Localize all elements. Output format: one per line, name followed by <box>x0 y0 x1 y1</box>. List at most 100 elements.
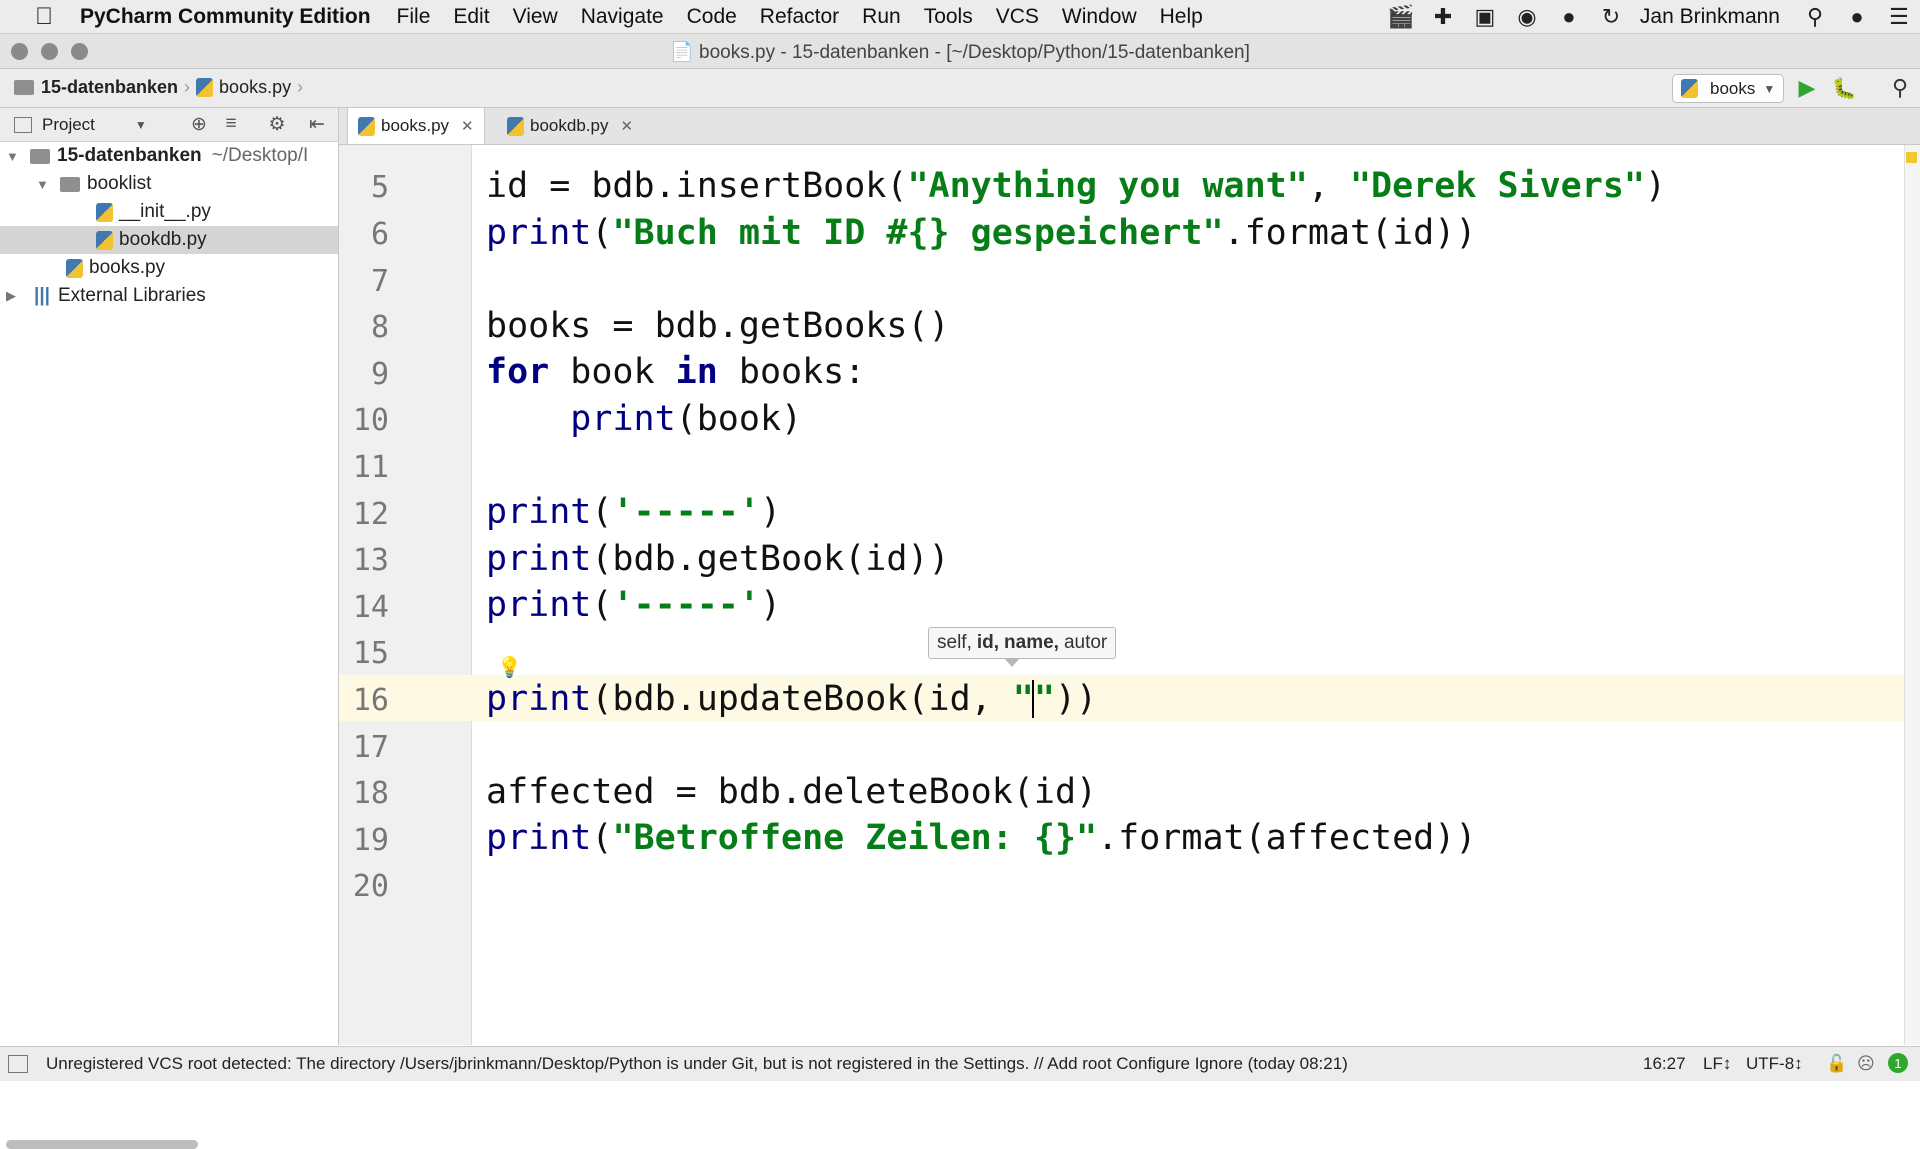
error-stripe[interactable] <box>1904 145 1920 1045</box>
tree-item-label: bookdb.py <box>119 229 207 250</box>
project-view-selector[interactable]: Project ▼ <box>14 115 147 135</box>
run-icon[interactable]: ▶ <box>1795 75 1819 101</box>
code-token: print <box>486 492 592 532</box>
code-line[interactable]: print(book) <box>486 399 802 439</box>
code-token: .format(id)) <box>1223 213 1477 253</box>
menu-view[interactable]: View <box>513 5 558 29</box>
project-toolbar: Project ▼ ⊕ ≡ ⚙ ⇤ <box>0 108 338 142</box>
tree-item-external-libraries[interactable]: ▶ ||| External Libraries <box>0 282 338 310</box>
inspector-icon[interactable]: ☹ <box>1857 1054 1875 1074</box>
collapse-all-icon[interactable]: ≡ <box>218 111 244 137</box>
warning-marker[interactable] <box>1906 152 1917 163</box>
code-line[interactable]: affected = bdb.deleteBook(id) <box>486 772 1097 812</box>
file-encoding[interactable]: UTF-8↕ <box>1746 1054 1803 1074</box>
event-log-badge[interactable]: 1 <box>1888 1053 1908 1073</box>
code-token: affected = bdb.deleteBook(id) <box>486 772 1098 812</box>
time-machine-icon[interactable]: ↻ <box>1596 4 1626 30</box>
tree-item-books-py[interactable]: books.py <box>0 254 338 282</box>
line-separator[interactable]: LF↕ <box>1703 1054 1731 1074</box>
close-icon[interactable]: ✕ <box>620 117 633 135</box>
hide-panel-icon[interactable]: ⇤ <box>304 111 330 137</box>
line-number: 8 <box>370 310 389 345</box>
menu-vcs[interactable]: VCS <box>996 5 1039 29</box>
tree-expanded-arrow-icon[interactable]: ▼ <box>36 177 50 192</box>
code-token: ) <box>1644 166 1667 206</box>
project-tool-window: Project ▼ ⊕ ≡ ⚙ ⇤ ▼ 15-datenbanken ~/Des… <box>0 108 339 1149</box>
line-number: 15 <box>352 636 389 671</box>
search-icon[interactable]: ⚲ <box>1887 75 1913 101</box>
breadcrumb-file[interactable]: books.py <box>219 77 291 98</box>
menu-edit[interactable]: Edit <box>453 5 489 29</box>
project-icon <box>14 116 32 133</box>
menu-tools[interactable]: Tools <box>924 5 973 29</box>
code-line[interactable]: print("Betroffene Zeilen: {}".format(aff… <box>486 818 1476 858</box>
code-line[interactable]: id = bdb.insertBook("Anything you want",… <box>486 166 1666 206</box>
tree-item-bookdb-py[interactable]: bookdb.py <box>0 226 338 254</box>
tree-item-label: External Libraries <box>57 285 206 306</box>
chevron-down-icon: ▼ <box>1763 81 1776 96</box>
status-bar: Unregistered VCS root detected: The dire… <box>0 1046 1920 1081</box>
run-config-label: books <box>1710 78 1756 98</box>
clapperboard-icon[interactable]: 🎬 <box>1386 4 1416 30</box>
code-line[interactable]: print(bdb.updateBook(id, "")) <box>486 679 1097 719</box>
line-number: 18 <box>352 776 389 811</box>
app-name-menu[interactable]: PyCharm Community Edition <box>80 5 371 29</box>
tree-item-label: booklist <box>87 173 152 194</box>
lock-icon[interactable]: 🔓 <box>1826 1054 1847 1074</box>
python-file-icon <box>358 116 375 136</box>
line-number: 9 <box>370 357 389 392</box>
tree-item-project-root[interactable]: ▼ 15-datenbanken ~/Desktop/I <box>0 142 338 170</box>
menu-refactor[interactable]: Refactor <box>760 5 839 29</box>
camera-icon[interactable]: ▣ <box>1470 4 1500 30</box>
code-line[interactable]: print("Buch mit ID #{} gespeichert".form… <box>486 213 1476 253</box>
run-configuration-dropdown[interactable]: books ▼ <box>1672 74 1784 103</box>
tab-books-py[interactable]: books.py ✕ <box>347 108 485 144</box>
menu-window[interactable]: Window <box>1062 5 1137 29</box>
menu-file[interactable]: File <box>397 5 431 29</box>
debug-bug-icon[interactable]: 🐛 <box>1830 75 1858 101</box>
gear-icon[interactable]: ⚙ <box>264 111 290 137</box>
menu-help[interactable]: Help <box>1160 5 1203 29</box>
code-line[interactable]: print('-----') <box>486 492 781 532</box>
code-line[interactable]: print(bdb.getBook(id)) <box>486 539 950 579</box>
vcs-notification[interactable]: Unregistered VCS root detected: The dire… <box>46 1054 1348 1074</box>
menu-code[interactable]: Code <box>687 5 737 29</box>
code-line[interactable]: books = bdb.getBooks() <box>486 306 950 346</box>
user-name[interactable]: Jan Brinkmann <box>1640 5 1780 29</box>
code-token: for <box>486 352 550 392</box>
chevron-down-icon: ▼ <box>134 117 147 132</box>
plus-cross-icon[interactable]: ✚ <box>1428 4 1458 30</box>
siri-icon[interactable]: ● <box>1842 4 1872 30</box>
tree-item-path: ~/Desktop/I <box>211 145 309 166</box>
tool-window-toggle-icon[interactable] <box>8 1055 28 1073</box>
close-icon[interactable]: ✕ <box>461 117 474 135</box>
code-line[interactable]: print('-----') <box>486 585 781 625</box>
parameter-info-tooltip: self, id, name, autor <box>928 627 1117 667</box>
scroll-from-source-icon[interactable]: ⊕ <box>186 111 212 137</box>
notification-center-icon[interactable]: ☰ <box>1884 4 1914 30</box>
menu-navigate[interactable]: Navigate <box>581 5 664 29</box>
lightbulb-icon[interactable]: 💡 <box>497 655 522 680</box>
tab-bookdb-py[interactable]: bookdb.py ✕ <box>497 108 643 144</box>
apple-icon[interactable]:  <box>24 3 64 31</box>
window-title-bar: 📄 books.py - 15-datenbanken - [~/Desktop… <box>0 34 1920 69</box>
chat-bubble-icon[interactable]: ● <box>1554 4 1584 30</box>
code-token: print <box>486 539 592 579</box>
line-number: 17 <box>352 730 389 765</box>
tree-collapsed-arrow-icon[interactable]: ▶ <box>6 288 20 304</box>
menu-run[interactable]: Run <box>862 5 901 29</box>
tree-item-init-py[interactable]: __init__.py <box>0 198 338 226</box>
code-token: )) <box>1054 679 1098 719</box>
hint-param: self, <box>937 632 972 653</box>
breadcrumb-project[interactable]: 15-datenbanken <box>41 77 178 98</box>
leaf-icon[interactable]: ◉ <box>1512 4 1542 30</box>
hint-param-current: id, <box>976 632 1000 653</box>
tree-item-booklist[interactable]: ▼ booklist <box>0 170 338 198</box>
window-title: 📄 books.py - 15-datenbanken - [~/Desktop… <box>0 40 1920 64</box>
spotlight-search-icon[interactable]: ⚲ <box>1800 4 1830 30</box>
horizontal-scrollbar[interactable] <box>6 1140 198 1149</box>
tree-expanded-arrow-icon[interactable]: ▼ <box>6 149 20 164</box>
hint-param: autor <box>1063 632 1108 653</box>
code-line[interactable]: for book in books: <box>486 352 865 392</box>
caret-position[interactable]: 16:27 <box>1643 1054 1686 1074</box>
